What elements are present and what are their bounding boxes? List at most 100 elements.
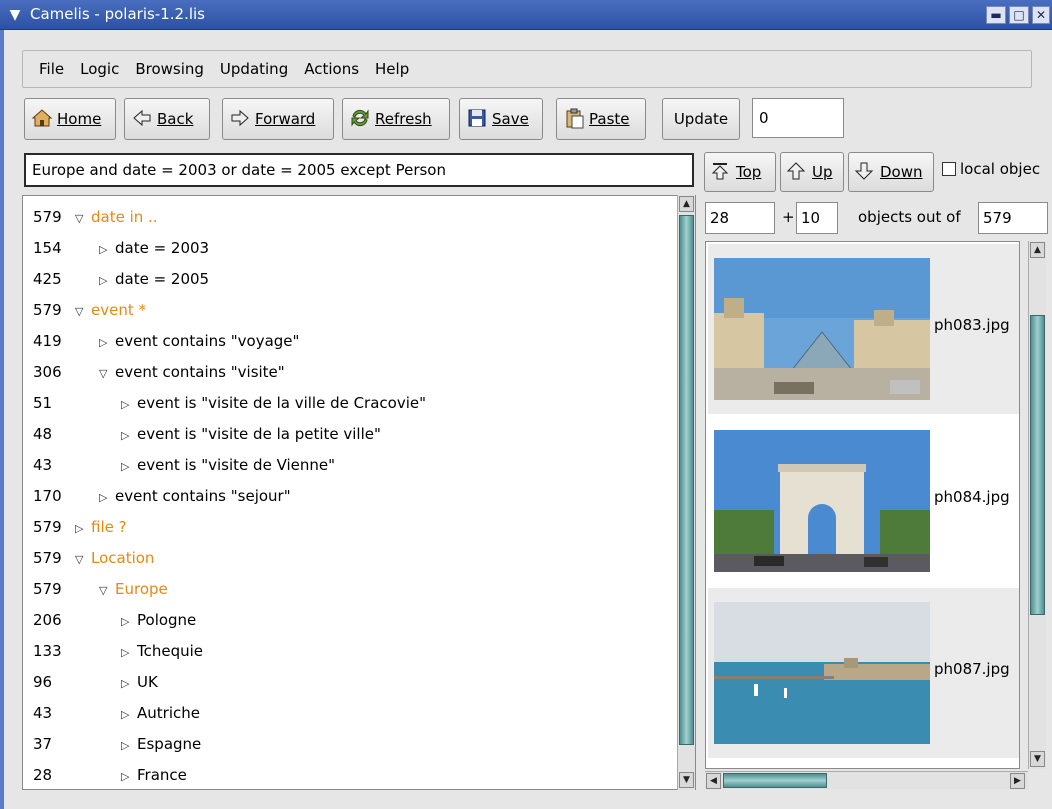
down-button[interactable]: Down [848,152,934,192]
tree-row-label[interactable]: ▷ date = 2003 [99,233,209,265]
tree-row[interactable]: 306 ▽ event contains "visite" [23,357,677,387]
object-item[interactable]: ph084.jpg [708,416,1019,586]
tree-row[interactable]: 43 ▷ event is "visite de Vienne" [23,450,677,480]
minimize-button[interactable]: ▬ [986,6,1006,24]
tree-row-label[interactable]: ▷ file ? [75,512,127,544]
tree-row-label[interactable]: ▽ date in .. [75,202,158,234]
refresh-button[interactable]: Refresh [342,98,450,140]
paste-button[interactable]: Paste [556,98,646,140]
objects-horizontal-scrollbar[interactable]: ◀ ▶ [705,771,1028,789]
scroll-up-icon[interactable]: ▲ [1030,242,1045,258]
tree-row[interactable]: 48 ▷ event is "visite de la petite ville" [23,419,677,449]
tree-row[interactable]: 37 ▷ Espagne [23,729,677,759]
tree-row[interactable]: 579 ▽ date in .. [23,202,677,232]
collapsed-triangle-icon[interactable]: ▷ [99,266,115,296]
tree-row[interactable]: 579 ▷ file ? [23,512,677,542]
scroll-down-icon[interactable]: ▼ [679,772,694,788]
collapsed-triangle-icon[interactable]: ▷ [121,731,137,761]
tree-scrollbar-thumb[interactable] [679,215,694,745]
save-button[interactable]: Save [459,98,543,140]
object-item[interactable]: ph083.jpg [708,244,1019,414]
tree-row-label[interactable]: ▷ Autriche [121,698,200,730]
tree-row[interactable]: 51 ▷ event is "visite de la ville de Craco… [23,388,677,418]
checkbox-box[interactable] [942,162,956,176]
tree-row-label[interactable]: ▷ event contains "voyage" [99,326,299,358]
tree-row[interactable]: 28 ▷ France [23,760,677,789]
total-objects-field[interactable]: 579 [978,202,1048,234]
collapsed-triangle-icon[interactable]: ▷ [75,514,91,544]
close-button[interactable]: ✕ [1032,6,1050,24]
tree-row-label[interactable]: ▷ date = 2005 [99,264,209,296]
tree-row-label[interactable]: ▷ Espagne [121,729,201,761]
object-item[interactable]: ph087.jpg [708,588,1019,758]
expanded-triangle-icon[interactable]: ▽ [75,545,91,575]
tree-row-label[interactable]: ▷ Tchequie [121,636,203,668]
query-input[interactable]: Europe and date = 2003 or date = 2005 ex… [24,153,694,187]
menu-file[interactable]: File [23,51,72,87]
expanded-triangle-icon[interactable]: ▽ [99,576,115,606]
collapsed-triangle-icon[interactable]: ▷ [99,328,115,358]
scroll-down-icon[interactable]: ▼ [1030,751,1045,767]
scroll-up-icon[interactable]: ▲ [679,196,694,212]
collapsed-triangle-icon[interactable]: ▷ [121,452,137,482]
collapsed-triangle-icon[interactable]: ▷ [99,483,115,513]
menu-browsing[interactable]: Browsing [127,51,212,87]
tree-row[interactable]: 579 ▽ event * [23,295,677,325]
tree-row[interactable]: 419 ▷ event contains "voyage" [23,326,677,356]
top-button[interactable]: Top [704,152,776,192]
collapsed-triangle-icon[interactable]: ▷ [99,235,115,265]
tree-row-label[interactable]: ▷ UK [121,667,158,699]
tree-row[interactable]: 579 ▽ Europe [23,574,677,604]
scroll-left-icon[interactable]: ◀ [706,773,721,789]
tree-row-label[interactable]: ▽ event contains "visite" [99,357,285,389]
menu-actions[interactable]: Actions [296,51,367,87]
collapsed-triangle-icon[interactable]: ▷ [121,390,137,420]
tree-row[interactable]: 170 ▷ event contains "sejour" [23,481,677,511]
tree-row-label[interactable]: ▷ event contains "sejour" [99,481,291,513]
tree-row[interactable]: 206 ▷ Pologne [23,605,677,635]
menu-updating[interactable]: Updating [212,51,296,87]
window-menu-icon[interactable]: ▼ [6,6,24,24]
objects-scrollbar[interactable]: ▲ ▼ [1028,241,1046,769]
tree-scrollbar[interactable]: ▲ ▼ [677,195,695,790]
tree-row[interactable]: 43 ▷ Autriche [23,698,677,728]
menu-logic[interactable]: Logic [72,51,127,87]
up-button[interactable]: Up [780,152,844,192]
collapsed-triangle-icon[interactable]: ▷ [121,700,137,730]
tree-row-label[interactable]: ▷ event is "visite de la ville de Cracovi… [121,388,426,420]
tree-row[interactable]: 154 ▷ date = 2003 [23,233,677,263]
collapsed-triangle-icon[interactable]: ▷ [121,762,137,789]
tree-row[interactable]: 96 ▷ UK [23,667,677,697]
expanded-triangle-icon[interactable]: ▽ [75,204,91,234]
range-size-field[interactable]: 10 [796,202,838,234]
feature-tree[interactable]: 579 ▽ date in .. 154 ▷ date = 2003 425 ▷ date = … [22,195,696,790]
tree-row-label[interactable]: ▽ Europe [99,574,168,606]
tree-row[interactable]: 579 ▽ Location [23,543,677,573]
objects-scrollbar-thumb[interactable] [1030,315,1045,615]
tree-row[interactable]: 133 ▷ Tchequie [23,636,677,666]
tree-row-label[interactable]: ▷ France [121,760,187,789]
collapsed-triangle-icon[interactable]: ▷ [121,421,137,451]
back-button[interactable]: Back [124,98,210,140]
tree-row-label[interactable]: ▷ event is "visite de Vienne" [121,450,335,482]
forward-button[interactable]: Forward [222,98,334,140]
menu-help[interactable]: Help [367,51,417,87]
collapsed-triangle-icon[interactable]: ▷ [121,638,137,668]
update-count-field[interactable]: 0 [752,98,844,138]
maximize-button[interactable]: □ [1009,6,1029,24]
tree-row-label[interactable]: ▽ event * [75,295,146,327]
tree-row-label[interactable]: ▽ Location [75,543,154,575]
expanded-triangle-icon[interactable]: ▽ [99,359,115,389]
collapsed-triangle-icon[interactable]: ▷ [121,669,137,699]
range-start-field[interactable]: 28 [705,202,775,234]
local-objects-checkbox[interactable]: local objec [942,160,1040,178]
objects-hscrollbar-thumb[interactable] [723,773,827,788]
tree-row[interactable]: 425 ▷ date = 2005 [23,264,677,294]
update-button[interactable]: Update [662,98,740,140]
collapsed-triangle-icon[interactable]: ▷ [121,607,137,637]
tree-row-label[interactable]: ▷ Pologne [121,605,196,637]
scroll-right-icon[interactable]: ▶ [1010,773,1025,789]
home-button[interactable]: Home [24,98,116,140]
expanded-triangle-icon[interactable]: ▽ [75,297,91,327]
tree-row-label[interactable]: ▷ event is "visite de la petite ville" [121,419,381,451]
